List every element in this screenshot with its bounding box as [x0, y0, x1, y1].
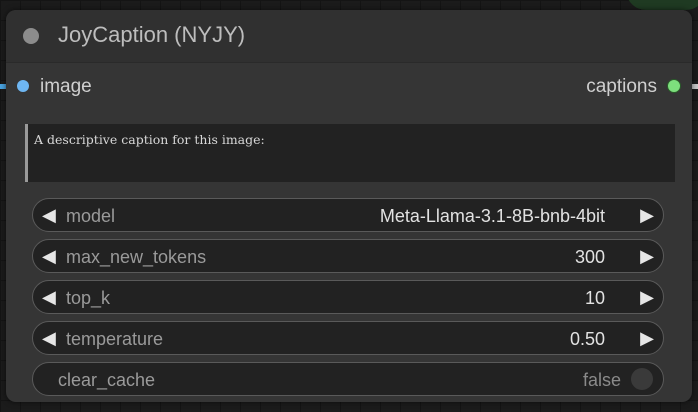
- input-slot-dot-icon[interactable]: [17, 80, 29, 92]
- right-arrow-icon[interactable]: ▶: [640, 205, 654, 225]
- prompt-textarea[interactable]: A descriptive caption for this image:: [25, 124, 675, 182]
- input-slot-image-label: image: [40, 76, 92, 97]
- clear-cache-label: clear_cache: [58, 370, 156, 390]
- clear-cache-value: false: [582, 370, 621, 390]
- model-value: Meta-Llama-3.1-8B-bnb-4bit: [379, 206, 605, 226]
- right-arrow-icon[interactable]: ▶: [640, 246, 654, 266]
- max-new-tokens-widget[interactable]: ◀ max_new_tokens 300 ▶: [32, 239, 664, 273]
- output-slot-captions-label: captions: [586, 76, 657, 97]
- max-new-tokens-label: max_new_tokens: [66, 247, 207, 267]
- right-arrow-icon[interactable]: ▶: [640, 328, 654, 348]
- adjacent-node-corner: [626, 0, 698, 10]
- left-arrow-icon[interactable]: ◀: [42, 246, 56, 266]
- graph-canvas[interactable]: JoyCaption (NYJY) image captions A descr…: [0, 0, 698, 412]
- model-label: model: [66, 206, 116, 226]
- temperature-value: 0.50: [569, 329, 605, 349]
- model-widget[interactable]: ◀ model Meta-Llama-3.1-8B-bnb-4bit ▶: [32, 198, 664, 232]
- output-slot-dot-icon[interactable]: [667, 79, 681, 93]
- left-arrow-icon[interactable]: ◀: [42, 205, 56, 225]
- collapse-dot-icon[interactable]: [23, 28, 39, 44]
- top-k-label: top_k: [66, 288, 111, 308]
- left-arrow-icon[interactable]: ◀: [42, 287, 56, 307]
- top-k-value: 10: [584, 288, 605, 308]
- temperature-widget[interactable]: ◀ temperature 0.50 ▶: [32, 321, 664, 355]
- clear-cache-toggle[interactable]: clear_cache false: [32, 362, 664, 396]
- node-header[interactable]: JoyCaption (NYJY): [6, 10, 692, 63]
- right-arrow-icon[interactable]: ▶: [640, 287, 654, 307]
- max-new-tokens-value: 300: [574, 247, 605, 267]
- top-k-widget[interactable]: ◀ top_k 10 ▶: [32, 280, 664, 314]
- node-title: JoyCaption (NYJY): [58, 22, 246, 47]
- toggle-knob-icon[interactable]: [631, 368, 653, 390]
- temperature-label: temperature: [66, 329, 164, 349]
- joycaption-node[interactable]: JoyCaption (NYJY) image captions A descr…: [6, 10, 692, 402]
- left-arrow-icon[interactable]: ◀: [42, 328, 56, 348]
